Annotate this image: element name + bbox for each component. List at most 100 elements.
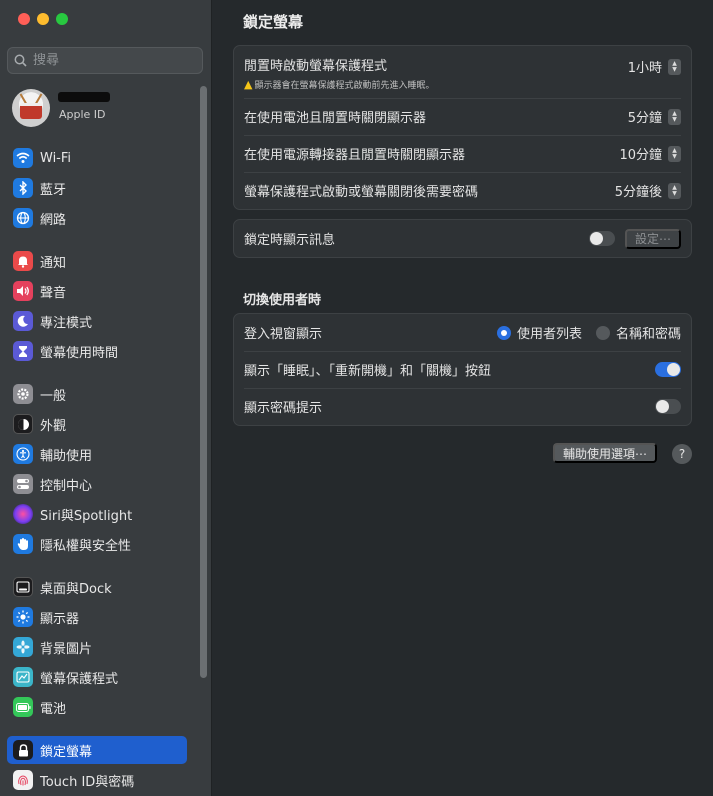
battery-popup[interactable]: 5分鐘 ▲ ▼ [628,107,681,126]
screensaver-popup[interactable]: 1小時 ▲ ▼ [628,57,681,76]
lock-message-settings-button[interactable]: 設定⋯ [624,228,681,249]
help-button[interactable]: ? [672,444,692,464]
sidebar-item-label: 鎖定螢幕 [40,744,93,760]
radio-user-list[interactable]: 使用者列表 [496,323,582,342]
radio-name-password[interactable]: 名稱和密碼 [595,323,681,342]
wallpaper-icon [13,637,33,657]
password-hint-toggle[interactable] [655,399,681,414]
sidebar-item-label: 輔助使用 [40,448,93,464]
sidebar-item-label: 聲音 [40,285,67,301]
sidebar-item-control-center[interactable]: 控制中心 [7,470,187,498]
sidebar-item-wifi[interactable]: Wi-Fi [7,144,187,172]
adapter-popup[interactable]: 10分鐘 ▲ ▼ [619,144,681,163]
show-power-buttons-row: 顯示「睡眠」、「重新開機」和「關機」按鈕 [234,351,691,388]
gear-icon [13,384,33,404]
sidebar-item-screen-saver[interactable]: 螢幕保護程式 [7,663,187,691]
chevron-updown-icon: ▲ ▼ [668,108,681,125]
sidebar-item-accessibility[interactable]: 輔助使用 [7,440,187,468]
dock-icon [13,577,33,597]
sidebar-item-wallpaper[interactable]: 背景圖片 [7,633,187,661]
sidebar-item-desktop-dock[interactable]: 桌面與Dock [7,573,187,601]
sidebar-item-bluetooth[interactable]: 藍牙 [7,174,187,202]
page-title: 鎖定螢幕 [243,13,304,31]
search-input[interactable] [33,53,193,68]
sidebar-item-label: 背景圖片 [40,641,93,657]
sidebar-item-label: 外觀 [40,418,67,434]
sidebar-item-label: 隱私權與安全性 [40,538,132,554]
apple-id-profile[interactable]: Apple ID [12,88,202,128]
adapter-value: 10分鐘 [619,148,662,163]
window-controls [18,13,68,25]
chevron-updown-icon: ▲ ▼ [668,145,681,162]
moon-icon [13,311,33,331]
control-center-icon [13,474,33,494]
sidebar-item-label: 電池 [40,701,67,717]
sidebar-item-label: 通知 [40,255,67,271]
hourglass-icon [13,341,33,361]
sidebar-item-sound[interactable]: 聲音 [7,277,187,305]
chevron-updown-icon: ▲ ▼ [668,58,681,75]
adapter-label: 在使用電源轉接器且閒置時關閉顯示器 [244,148,466,163]
battery-label: 在使用電池且閒置時關閉顯示器 [244,111,427,126]
display-timeout-group: 閒置時啟動螢幕保護程式 ▲ 顯示器會在螢幕保護程式啟動前先進入睡眠。 1小時 ▲… [233,45,692,210]
sidebar-item-touch-id[interactable]: Touch ID與密碼 [7,766,187,794]
require-password-popup[interactable]: 5分鐘後 ▲ ▼ [615,181,681,200]
sidebar-item-network[interactable]: 網路 [7,204,187,232]
sidebar-item-label: 網路 [40,212,67,228]
lock-message-label: 鎖定時顯示訊息 [244,233,336,248]
lock-message-row: 鎖定時顯示訊息 設定⋯ [234,220,691,257]
sidebar-item-lock-screen[interactable]: 鎖定螢幕 [7,736,187,764]
zoom-window-button[interactable] [56,13,68,25]
sidebar-item-appearance[interactable]: 外觀 [7,410,187,438]
sidebar-item-displays[interactable]: 顯示器 [7,603,187,631]
chevron-updown-icon: ▲ ▼ [668,182,681,199]
accessibility-options-button[interactable]: 輔助使用選項⋯ [553,443,658,463]
screensaver-label: 閒置時啟動螢幕保護程式 [244,59,388,74]
sidebar-item-label: 螢幕保護程式 [40,671,119,687]
sidebar-item-privacy-security[interactable]: 隱私權與安全性 [7,530,187,558]
search-field[interactable] [7,47,203,74]
minimize-window-button[interactable] [37,13,49,25]
hand-icon [13,534,33,554]
lock-message-toggle[interactable] [588,231,615,246]
sidebar-item-label: 一般 [40,388,67,404]
bluetooth-icon [13,178,33,198]
sidebar-item-label: Touch ID與密碼 [40,774,135,790]
search-icon [14,54,27,67]
sidebar-item-siri-spotlight[interactable]: Siri與Spotlight [7,500,187,528]
battery-row: 在使用電池且閒置時關閉顯示器 5分鐘 ▲ ▼ [234,98,691,135]
require-password-label: 螢幕保護程式啟動或螢幕關閉後需要密碼 [244,185,479,200]
sidebar-item-focus[interactable]: 專注模式 [7,307,187,335]
globe-icon [13,208,33,228]
sidebar-item-label: 桌面與Dock [40,581,112,597]
close-window-button[interactable] [18,13,30,25]
sidebar-item-label: 專注模式 [40,315,93,331]
avatar [12,89,50,127]
fingerprint-icon [13,770,33,790]
switch-user-group: 登入視窗顯示 使用者列表 名稱和密碼 顯示「睡眠」、「重新開機」和「關機」按鈕 … [233,313,692,426]
sidebar-item-label: Siri與Spotlight [40,508,133,524]
sidebar-item-battery[interactable]: 電池 [7,693,187,721]
adapter-row: 在使用電源轉接器且閒置時關閉顯示器 10分鐘 ▲ ▼ [234,135,691,172]
show-power-buttons-toggle[interactable] [655,362,681,377]
require-password-value: 5分鐘後 [614,185,662,200]
radio-dot [496,325,511,340]
appearance-icon [13,414,33,434]
sidebar-item-label: Wi-Fi [40,150,72,166]
switch-user-section-title: 切換使用者時 [243,293,322,308]
sidebar-item-notifications[interactable]: 通知 [7,247,187,275]
password-hint-label: 顯示密碼提示 [244,401,323,416]
sidebar-item-label: 控制中心 [40,478,93,494]
radio-name-password-label: 名稱和密碼 [615,327,681,342]
password-hint-row: 顯示密碼提示 [234,388,691,425]
wifi-icon [13,148,33,168]
sidebar-item-screen-time[interactable]: 螢幕使用時間 [7,337,187,365]
radio-user-list-label: 使用者列表 [516,327,582,342]
profile-subtitle: Apple ID [59,108,106,121]
profile-name-redacted [58,92,110,102]
login-window-label: 登入視窗顯示 [244,327,323,342]
sidebar-item-general[interactable]: 一般 [7,380,187,408]
sidebar-scrollbar[interactable] [200,86,207,678]
warning-text: 顯示器會在螢幕保護程式啟動前先進入睡眠。 [254,81,435,91]
screensaver-warning: ▲ 顯示器會在螢幕保護程式啟動前先進入睡眠。 [244,78,628,91]
